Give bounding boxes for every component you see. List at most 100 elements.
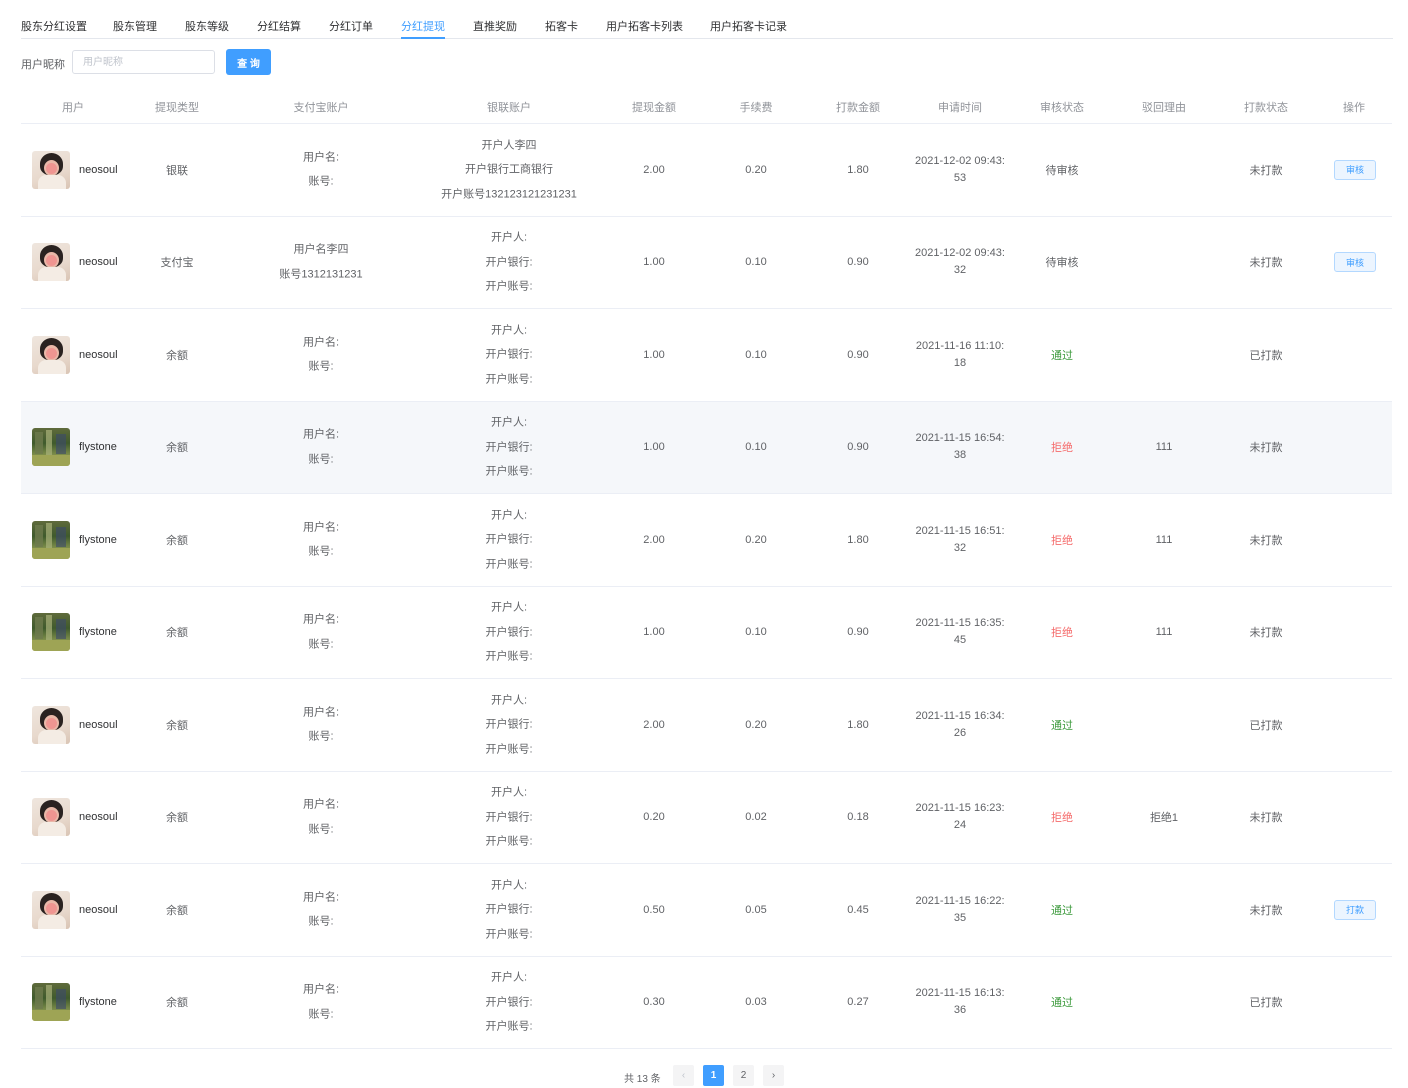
page-button-2[interactable]: 2 [733, 1065, 754, 1086]
service-fee: 0.20 [745, 533, 767, 546]
review-status: 待审核 [1045, 164, 1079, 177]
tab-dividend-withdrawal[interactable]: 分红提现 [401, 18, 445, 34]
user-cell: flystone [32, 613, 117, 652]
query-button[interactable]: 查 询 [226, 49, 271, 75]
pay-status: 未打款 [1249, 534, 1283, 547]
withdraw-type: 余额 [166, 719, 188, 732]
tab-dividend-orders[interactable]: 分红订单 [329, 18, 373, 34]
withdraw-amount: 2.00 [643, 163, 665, 176]
withdraw-type: 银联 [166, 164, 188, 177]
alipay-account-info: 用户名李四 账号1312131231 [279, 238, 362, 287]
withdraw-amount: 1.00 [643, 348, 665, 361]
review-status: 通过 [1051, 997, 1073, 1010]
tab-direct-reward[interactable]: 直推奖励 [473, 18, 517, 34]
avatar [32, 890, 70, 929]
alipay-account-number: 账号: [308, 1008, 334, 1021]
column-header-review: 审核状态 [1040, 102, 1084, 114]
paid-amount: 1.80 [847, 533, 869, 546]
tab-dividend-settlement[interactable]: 分红结算 [257, 18, 301, 34]
bank-name: 开户银行: [485, 626, 533, 638]
service-fee: 0.10 [745, 626, 767, 639]
user-nickname: neosoul [79, 903, 118, 916]
alipay-account-number: 账号1312131231 [279, 268, 363, 281]
bank-account-number: 开户账号: [485, 1020, 533, 1033]
reject-reason: 拒绝1 [1149, 812, 1179, 825]
column-header-pay-status: 打款状态 [1244, 102, 1288, 114]
apply-time: 2021-11-15 16:34: 26 [915, 709, 1005, 739]
review-status: 拒绝 [1051, 534, 1073, 547]
tab-customer-card[interactable]: 拓客卡 [545, 18, 578, 34]
alipay-username: 用户名: [302, 151, 340, 164]
pay-status: 已打款 [1249, 719, 1283, 732]
paid-amount: 0.90 [847, 348, 869, 361]
withdraw-type: 余额 [166, 534, 188, 547]
table-row: neosoul 银联 用户名: 账号: 开户人李四开户银行工商银行开户账号1321231… [21, 124, 1392, 217]
table-row: neosoul 余额 用户名: 账号: 开户人: 开户银行: 开户账号: 0.20 0.02 0.… [21, 772, 1392, 864]
bank-account-info: 开户人: 开户银行: 开户账号: [485, 688, 532, 762]
table-row: flystone 余额 用户名: 账号: 开户人: 开户银行: 开户账号: 1.00 0.10 0… [21, 401, 1392, 494]
tab-shareholder-levels[interactable]: 股东等级 [185, 18, 229, 34]
pay-button[interactable]: 打款 [1334, 899, 1376, 920]
alipay-account-number: 账号: [308, 360, 334, 373]
user-nickname: neosoul [79, 718, 118, 731]
tab-user-card-list[interactable]: 用户拓客卡列表 [606, 18, 683, 34]
chevron-left-icon[interactable]: ‹ [673, 1065, 694, 1086]
bank-account-number: 开户账号132123121231231 [441, 188, 577, 200]
column-header-reason: 驳回理由 [1142, 102, 1186, 114]
tab-shareholder-management[interactable]: 股东管理 [113, 18, 157, 34]
apply-time: 2021-11-15 16:35: 45 [915, 617, 1005, 647]
service-fee: 0.10 [745, 441, 767, 454]
user-nickname: flystone [79, 441, 117, 454]
alipay-username: 用户名: [302, 428, 340, 441]
user-nickname: neosoul [79, 163, 118, 176]
user-nickname: flystone [79, 996, 117, 1009]
alipay-account-info: 用户名: 账号: [303, 978, 339, 1027]
bank-account-info: 开户人: 开户银行: 开户账号: [485, 318, 532, 392]
chevron-right-icon[interactable]: › [763, 1065, 784, 1086]
table-row: flystone 余额 用户名: 账号: 开户人: 开户银行: 开户账号: 2.00 0.20 1… [21, 494, 1392, 587]
tab-user-card-records[interactable]: 用户拓客卡记录 [710, 18, 787, 34]
bank-holder: 开户人李四 [481, 139, 537, 151]
alipay-account-number: 账号: [308, 638, 334, 651]
nickname-search-input[interactable] [72, 50, 215, 74]
bank-account-info: 开户人: 开户银行: 开户账号: [485, 503, 532, 577]
withdraw-type: 余额 [166, 812, 188, 825]
bank-name: 开户银行: [485, 441, 533, 453]
user-cell: neosoul [32, 243, 118, 282]
review-button[interactable]: 审核 [1334, 252, 1376, 273]
alipay-account-info: 用户名: 账号: [303, 608, 339, 657]
bank-name: 开户银行工商银行 [464, 163, 553, 176]
pay-status: 未打款 [1249, 164, 1283, 177]
pay-status: 未打款 [1249, 257, 1283, 270]
pay-status: 未打款 [1249, 627, 1283, 640]
column-header-action: 操作 [1343, 102, 1365, 114]
bank-account-info: 开户人: 开户银行: 开户账号: [485, 966, 532, 1040]
table-row: flystone 余额 用户名: 账号: 开户人: 开户银行: 开户账号: 1.00 0.10 0… [21, 587, 1392, 679]
alipay-username: 用户名: [302, 613, 340, 626]
avatar [32, 428, 70, 467]
tab-dividend-settings[interactable]: 股东分红设置 [21, 18, 87, 34]
reject-reason: 111 [1155, 626, 1173, 639]
bank-account-number: 开户账号: [485, 373, 533, 385]
user-cell: neosoul [32, 705, 118, 744]
page-button-1[interactable]: 1 [703, 1065, 724, 1086]
alipay-account-info: 用户名: 账号: [303, 145, 339, 194]
alipay-account-info: 用户名: 账号: [303, 330, 339, 379]
pay-status: 已打款 [1249, 349, 1283, 362]
bank-account-number: 开户账号: [485, 650, 533, 663]
column-header-type: 提现类型 [155, 102, 199, 114]
table-body: neosoul 银联 用户名: 账号: 开户人李四 开户银行工商银行 开户账号1321231… [21, 124, 1392, 1049]
table-row: neosoul 余额 用户名: 账号: 开户人: 开户银行: 开户账号: 0.50 0.05 0.… [21, 864, 1392, 957]
review-status: 待审核 [1045, 257, 1079, 270]
withdraw-amount: 1.00 [643, 626, 665, 639]
bank-account-number: 开户账号: [485, 558, 533, 570]
alipay-account-number: 账号: [308, 175, 334, 188]
tab-bar: 股东分红设置 股东管理 股东等级 分红结算 分红订单 分红提现 直推奖励 拓客卡… [21, 0, 1393, 39]
active-tab-underline [401, 37, 445, 39]
bank-name: 开户银行: [485, 718, 533, 731]
bank-holder: 开户人: [490, 971, 528, 984]
table-row: neosoul 支付宝 用户名李四 账号1312131231 开户人: 开户银行: 开户账号… [21, 217, 1392, 309]
table-header: 用户 提现类型 支付宝账户 银联账户 提现金额 手续费 打款金额 申请时间 审核… [21, 86, 1392, 124]
apply-time: 2021-11-15 16:13: 36 [915, 987, 1005, 1017]
review-button[interactable]: 审核 [1334, 159, 1376, 180]
